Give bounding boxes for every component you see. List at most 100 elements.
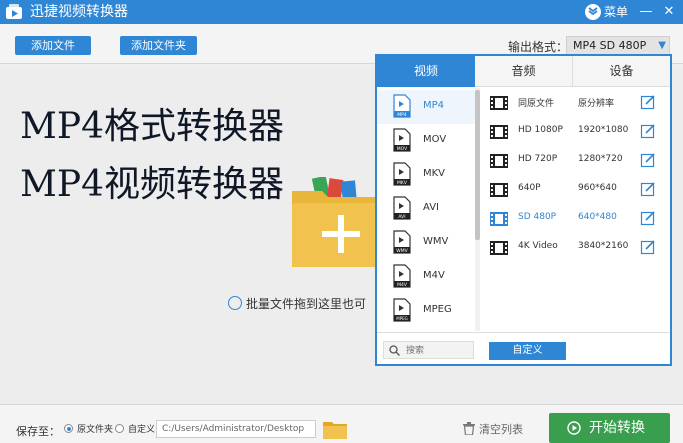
preset-name: 同原文件 <box>518 99 555 109</box>
preset-name: 640P <box>518 183 541 193</box>
format-tabs: 视频 音频 设备 <box>377 56 670 87</box>
format-name: MP4 <box>423 100 445 111</box>
preset-name: HD 720P <box>518 154 558 164</box>
drop-hint: 批量文件拖到这里也可 <box>228 295 366 312</box>
preset-resolution: 960*640 <box>578 183 617 193</box>
output-format-select[interactable]: MP4 SD 480P ▼ <box>566 36 670 56</box>
preset-row-sd480[interactable]: SD 480P 640*480 <box>485 205 668 234</box>
format-item-mkv[interactable]: MKV MKV <box>377 158 475 192</box>
clear-list-label: 清空列表 <box>479 423 523 436</box>
mp4-file-icon: MP4 <box>393 94 411 118</box>
mp4-file-badge: MP4 <box>397 112 407 118</box>
preset-name: HD 1080P <box>518 125 563 135</box>
m4v-file-badge: M4V <box>397 282 408 288</box>
format-name: MOV <box>423 134 447 145</box>
menu-label: 菜单 <box>604 5 629 19</box>
format-item-mov[interactable]: MOV MOV <box>377 124 475 158</box>
format-name: MPEG <box>423 304 452 315</box>
preset-resolution: 640*480 <box>578 212 617 222</box>
add-folder-icon[interactable] <box>292 177 388 267</box>
preset-resolution: 1920*1080 <box>578 125 629 135</box>
preset-resolution: 3840*2160 <box>578 241 629 251</box>
promo-heading-1: MP4格式转换器 <box>20 106 284 147</box>
output-format-value: MP4 SD 480P <box>573 39 647 52</box>
start-convert-button[interactable]: 开始转换 <box>549 413 670 443</box>
m4v-file-icon: M4V <box>393 264 411 288</box>
preset-row-original[interactable]: 同原文件 原分辨率 <box>485 89 668 118</box>
start-convert-label: 开始转换 <box>589 420 645 436</box>
format-popup-footer: 自定义 <box>377 332 670 364</box>
promo-heading-2: MP4视频转换器 <box>20 164 284 205</box>
add-file-button[interactable]: 添加文件 <box>15 36 91 55</box>
mpeg-file-icon: MPEG <box>393 298 411 322</box>
chevron-down-icon: ▼ <box>658 40 666 51</box>
app-logo-icon <box>6 4 22 19</box>
format-name: MKV <box>423 168 446 179</box>
trash-icon <box>463 422 475 435</box>
edit-icon[interactable] <box>640 152 656 168</box>
preset-row-4k[interactable]: 4K Video 3840*2160 <box>485 234 668 263</box>
bottom-bar: 保存至： 原文件夹 自定义 C:/Users/Administrator/Des… <box>0 404 683 443</box>
app-title: 迅捷视频转换器 <box>30 4 128 20</box>
preset-name: SD 480P <box>518 212 557 222</box>
film-icon <box>490 96 508 110</box>
preset-name: 4K Video <box>518 241 558 251</box>
mov-file-icon: MOV <box>393 128 411 152</box>
output-format-label: 输出格式： <box>508 40 569 54</box>
custom-path-radio[interactable] <box>115 424 124 433</box>
format-item-avi[interactable]: AVI AVI <box>377 192 475 226</box>
format-list-scroll-thumb[interactable] <box>475 90 480 240</box>
folder-icon[interactable] <box>323 419 347 439</box>
close-button[interactable]: ✕ <box>659 0 679 24</box>
custom-button[interactable]: 自定义 <box>489 342 566 360</box>
film-icon <box>490 212 508 226</box>
film-icon <box>490 241 508 255</box>
film-icon <box>490 125 508 139</box>
smile-icon <box>228 296 242 310</box>
edit-icon[interactable] <box>640 239 656 255</box>
format-popup: 视频 音频 设备 MP4 MP4 MOV MOV MKV MKV AVI AVI… <box>375 54 672 366</box>
tab-device[interactable]: 设备 <box>573 56 670 87</box>
search-icon <box>389 345 400 356</box>
format-item-wmv[interactable]: WMV WMV <box>377 226 475 260</box>
source-folder-label: 原文件夹 <box>77 425 114 435</box>
mpeg-file-badge: MPEG <box>396 316 408 321</box>
save-to-label: 保存至： <box>16 425 60 438</box>
film-icon <box>490 154 508 168</box>
tab-audio[interactable]: 音频 <box>475 56 573 87</box>
minimize-button[interactable]: — <box>636 0 656 24</box>
edit-icon[interactable] <box>640 210 656 226</box>
format-item-mp4[interactable]: MP4 MP4 <box>377 90 475 124</box>
mov-file-badge: MOV <box>397 146 408 152</box>
preset-resolution: 1280*720 <box>578 154 623 164</box>
format-item-m4v[interactable]: M4V M4V <box>377 260 475 294</box>
preset-resolution: 原分辨率 <box>578 99 615 109</box>
edit-icon[interactable] <box>640 94 656 110</box>
avi-file-icon: AVI <box>393 196 411 220</box>
format-item-mpeg[interactable]: MPEG MPEG <box>377 294 475 328</box>
add-folder-button[interactable]: 添加文件夹 <box>120 36 197 55</box>
title-bar: 迅捷视频转换器 菜单 — ✕ <box>0 0 683 24</box>
preset-row-hd1080[interactable]: HD 1080P 1920*1080 <box>485 118 668 147</box>
tab-video[interactable]: 视频 <box>377 56 475 87</box>
format-name: AVI <box>423 202 439 213</box>
format-name: M4V <box>423 270 445 281</box>
edit-icon[interactable] <box>640 181 656 197</box>
mkv-file-badge: MKV <box>397 180 408 186</box>
format-list: MP4 MP4 MOV MOV MKV MKV AVI AVI WMV WMV … <box>377 88 480 331</box>
film-icon <box>490 183 508 197</box>
format-name: WMV <box>423 236 449 247</box>
drop-hint-text: 批量文件拖到这里也可 <box>246 297 367 311</box>
wmv-file-icon: WMV <box>393 230 411 254</box>
preset-row-hd720[interactable]: HD 720P 1280*720 <box>485 147 668 176</box>
play-circle-icon <box>567 421 581 435</box>
mkv-file-icon: MKV <box>393 162 411 186</box>
source-folder-radio[interactable] <box>64 424 73 433</box>
edit-icon[interactable] <box>640 123 656 139</box>
output-path-field[interactable]: C:/Users/Administrator/Desktop <box>156 420 316 438</box>
menu-button[interactable]: 菜单 <box>584 2 644 22</box>
avi-file-badge: AVI <box>398 214 405 220</box>
wmv-file-badge: WMV <box>396 248 408 254</box>
preset-row-640p[interactable]: 640P 960*640 <box>485 176 668 205</box>
custom-path-label: 自定义 <box>128 425 156 435</box>
